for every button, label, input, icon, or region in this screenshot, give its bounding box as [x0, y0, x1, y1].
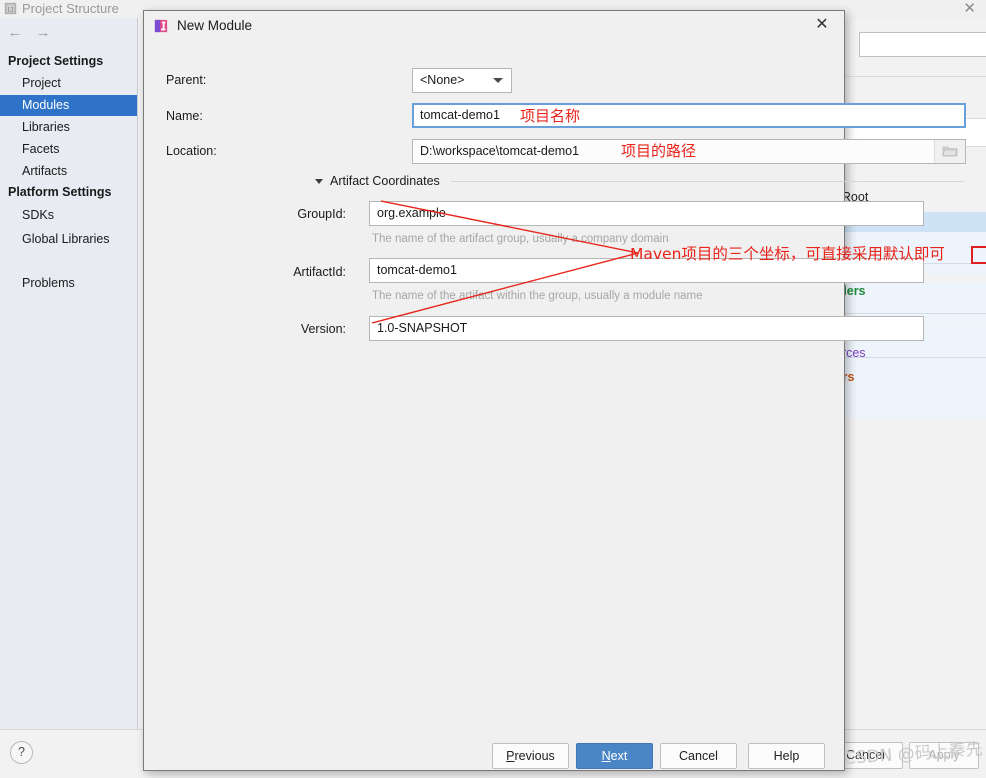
artifactid-value: tomcat-demo1 [377, 263, 457, 277]
previous-button[interactable]: Previous [492, 743, 569, 769]
groupid-hint: The name of the artifact group, usually … [372, 233, 669, 245]
location-value: D:\workspace\tomcat-demo1 [420, 144, 580, 158]
groupid-value: org.example [377, 206, 446, 220]
background-window-title: Project Structure [22, 1, 119, 16]
sidebar-heading-platform-settings: Platform Settings [8, 185, 112, 199]
name-input[interactable]: tomcat-demo1 [412, 103, 966, 128]
chevron-down-icon [493, 78, 503, 83]
sidebar-nav-arrows: ← → [6, 24, 126, 46]
annotation-name-note: 项目名称 [520, 107, 581, 125]
previous-mnemonic: P [506, 749, 515, 763]
divider [828, 76, 986, 77]
name-value: tomcat-demo1 [420, 108, 500, 122]
annotation-maven-note: Maven项目的三个坐标，可直接采用默认即可 [630, 245, 945, 263]
annotation-location-note: 项目的路径 [621, 142, 697, 160]
sidebar-item-label: Modules [22, 98, 70, 112]
artifactid-hint: The name of the artifact within the grou… [372, 290, 703, 302]
intellij-idea-icon [154, 19, 168, 33]
version-input[interactable]: 1.0-SNAPSHOT [369, 316, 924, 341]
cancel-button[interactable]: Cancel [660, 743, 737, 769]
next-label-rest: ext [610, 749, 628, 763]
dialog-title: New Module [177, 18, 253, 33]
excluded-folders-block: ders ✕ [828, 368, 986, 418]
previous-label-rest: revious [514, 749, 555, 763]
next-button[interactable]: Next [576, 743, 653, 769]
annotation-marker-box [971, 246, 986, 264]
sidebar-item-label: Libraries [22, 120, 70, 134]
divider [828, 357, 986, 358]
parent-value: <None> [420, 73, 465, 87]
divider [828, 313, 986, 314]
location-label: Location: [166, 144, 217, 158]
next-mnemonic: N [601, 749, 611, 763]
version-label: Version: [300, 322, 346, 336]
sidebar-item-label: Problems [22, 276, 75, 290]
close-icon[interactable]: ✕ [813, 16, 831, 34]
groupid-label: GroupId: [297, 207, 346, 221]
triangle-down-icon[interactable] [312, 174, 326, 188]
sidebar-item-label: Facets [22, 142, 60, 156]
sidebar-item-project[interactable]: Project [0, 73, 137, 94]
close-icon[interactable]: ✕ [963, 0, 976, 18]
new-module-dialog: New Module ✕ Parent: <None> Name: tomcat… [143, 10, 966, 771]
sidebar-item-sdks[interactable]: SDKs [0, 205, 137, 226]
parent-label: Parent: [166, 73, 207, 87]
svg-text:IJ: IJ [8, 5, 14, 14]
sidebar-item-label: Global Libraries [22, 232, 110, 246]
arrow-left-icon[interactable]: ← [6, 24, 24, 41]
sidebar-item-label: Project [22, 76, 61, 90]
sidebar-item-facets[interactable]: Facets [0, 139, 137, 160]
artifact-coordinates-section-label: Artifact Coordinates [330, 174, 440, 188]
help-button[interactable]: Help [748, 743, 825, 769]
groupid-input[interactable]: org.example [369, 201, 924, 226]
arrow-right-icon[interactable]: → [34, 24, 52, 41]
parent-select[interactable]: <None> [412, 68, 512, 93]
sidebar-item-libraries[interactable]: Libraries [0, 117, 137, 138]
version-value: 1.0-SNAPSHOT [377, 321, 468, 335]
sidebar-item-label: SDKs [22, 208, 54, 222]
divider [451, 181, 964, 182]
sidebar-item-modules[interactable]: Modules [0, 95, 137, 116]
folder-icon[interactable] [934, 140, 965, 163]
sidebar-heading-project-settings: Project Settings [8, 54, 104, 68]
sidebar-item-label: Artifacts [22, 164, 68, 178]
question-mark-icon[interactable]: ? [10, 741, 33, 764]
name-label: Name: [166, 109, 203, 123]
dialog-titlebar: New Module ✕ [144, 11, 844, 42]
sidebar-item-problems[interactable]: Problems [0, 273, 137, 294]
intellij-idea-icon: IJ [4, 2, 17, 15]
artifactid-label: ArtifactId: [293, 265, 346, 279]
search-input[interactable] [859, 32, 986, 57]
sidebar-item-artifacts[interactable]: Artifacts [0, 161, 137, 182]
settings-sidebar: ← → Project Settings Project Modules Lib… [0, 18, 138, 729]
sidebar-item-global-libraries[interactable]: Global Libraries [0, 229, 137, 250]
